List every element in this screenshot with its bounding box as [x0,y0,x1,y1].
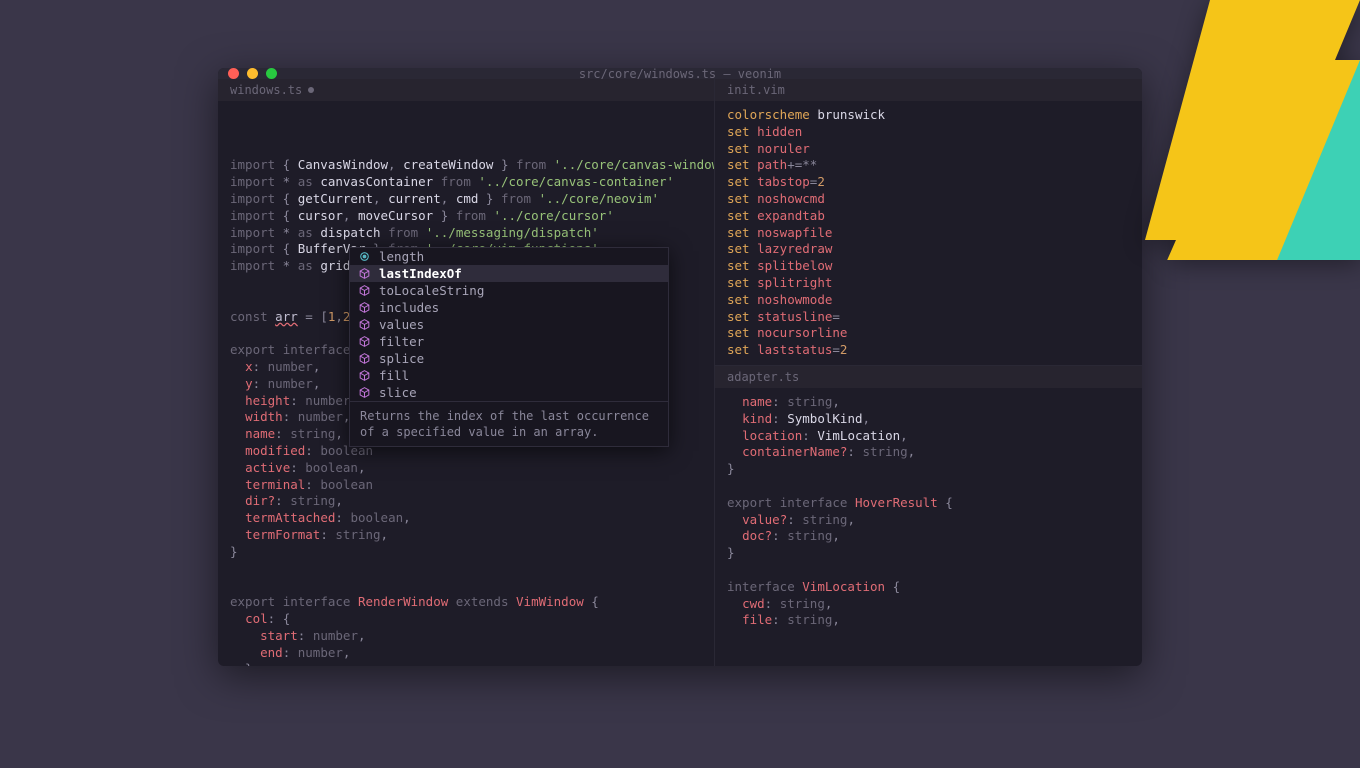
autocomplete-label: filter [379,334,424,349]
window-close-button[interactable] [228,68,239,79]
code-editor-right-bottom[interactable]: name: string, kind: SymbolKind, location… [715,388,1142,666]
method-icon [358,301,371,314]
autocomplete-item[interactable]: includes [350,299,668,316]
autocomplete-item[interactable]: toLocaleString [350,282,668,299]
method-icon [358,318,371,331]
autocomplete-label: toLocaleString [379,283,484,298]
autocomplete-label: lastIndexOf [379,266,462,281]
veonim-logo [1100,0,1360,260]
tab-windows-ts[interactable]: windows.ts [218,79,714,101]
autocomplete-label: includes [379,300,439,315]
autocomplete-item[interactable]: fill [350,367,668,384]
method-icon [358,369,371,382]
titlebar: src/core/windows.ts – veonim [218,68,1142,79]
tab-adapter-ts[interactable]: adapter.ts [715,366,1142,388]
autocomplete-label: length [379,249,424,264]
window-minimize-button[interactable] [247,68,258,79]
tab-label: init.vim [727,83,785,97]
autocomplete-label: values [379,317,424,332]
autocomplete-item[interactable]: slice [350,384,668,401]
tab-label: windows.ts [230,83,302,97]
autocomplete-label: splice [379,351,424,366]
autocomplete-item[interactable]: values [350,316,668,333]
autocomplete-item[interactable]: lastIndexOf [350,265,668,282]
tab-init-vim[interactable]: init.vim [715,79,1142,101]
editor-pane-right-top: init.vim colorscheme brunswickset hidden… [715,79,1142,365]
autocomplete-label: fill [379,368,409,383]
autocomplete-item[interactable]: splice [350,350,668,367]
method-icon [358,386,371,399]
property-icon [358,250,371,263]
method-icon [358,284,371,297]
method-icon [358,267,371,280]
autocomplete-doc: Returns the index of the last occurrence… [350,401,668,446]
window-maximize-button[interactable] [266,68,277,79]
autocomplete-item[interactable]: filter [350,333,668,350]
tab-label: adapter.ts [727,370,799,384]
autocomplete-popup: length lastIndexOf toLocaleString includes v… [349,247,669,447]
autocomplete-label: slice [379,385,417,400]
method-icon [358,352,371,365]
editor-pane-right-bottom: adapter.ts name: string, kind: SymbolKin… [715,365,1142,666]
autocomplete-item[interactable]: length [350,248,668,265]
editor-window: src/core/windows.ts – veonim windows.ts … [218,68,1142,666]
modified-indicator-icon [308,87,314,93]
code-editor-right-top[interactable]: colorscheme brunswickset hiddenset norul… [715,101,1142,365]
method-icon [358,335,371,348]
